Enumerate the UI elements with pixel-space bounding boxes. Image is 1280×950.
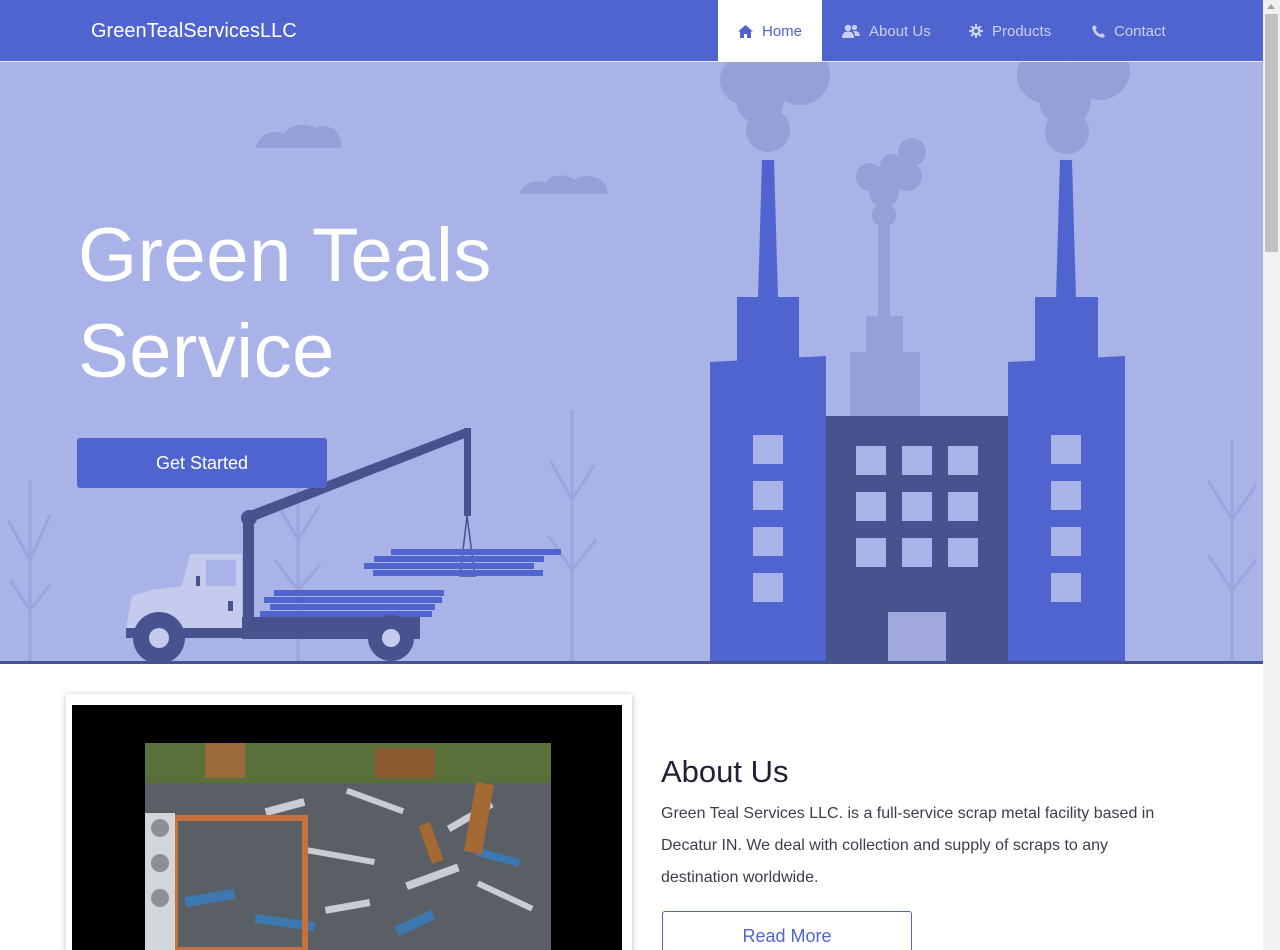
read-more-button[interactable]: Read More	[662, 911, 912, 950]
about-heading: About Us	[661, 754, 789, 789]
scrapyard-video-thumbnail	[145, 743, 551, 950]
brand-logo[interactable]: GreenTealServicesLLC	[91, 19, 297, 43]
navbar: GreenTealServicesLLC Home About Us Produ…	[0, 0, 1263, 62]
nav-products-label: Products	[992, 22, 1052, 40]
scroll-up-arrow-icon[interactable]	[1267, 4, 1275, 9]
nav-home-label: Home	[761, 22, 802, 40]
hero-divider	[0, 661, 1263, 664]
home-icon	[738, 24, 753, 38]
hero-section: Green Teals Service Get Started	[0, 62, 1263, 664]
nav-about-label: About Us	[869, 22, 931, 40]
scrollbar-thumb[interactable]	[1265, 14, 1278, 252]
get-started-button[interactable]: Get Started	[77, 438, 327, 488]
nav-contact-label: Contact	[1114, 22, 1166, 40]
nav-about-us[interactable]: About Us	[822, 0, 951, 62]
hero-title-line2: Service	[78, 309, 335, 394]
gear-icon	[969, 24, 983, 38]
hero-title: Green Teals Service	[78, 208, 638, 400]
users-icon	[842, 24, 860, 38]
phone-icon	[1092, 24, 1105, 38]
hero-title-line1: Green Teals	[78, 213, 492, 298]
nav-products[interactable]: Products	[949, 0, 1071, 62]
nav-home[interactable]: Home	[718, 0, 822, 62]
about-description: Green Teal Services LLC. is a full-servi…	[661, 805, 1155, 886]
nav-contact[interactable]: Contact	[1072, 0, 1186, 62]
